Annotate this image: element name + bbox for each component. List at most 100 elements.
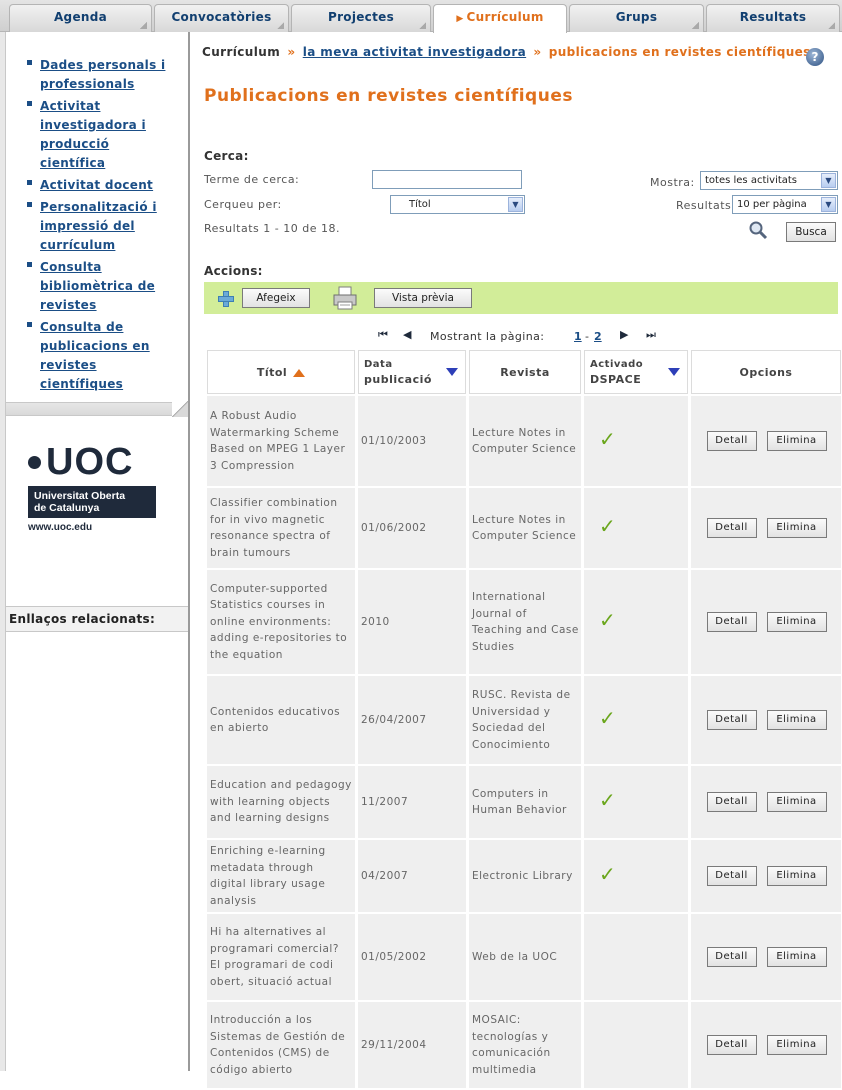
table-row: Enriching e-learning metadata through di…: [207, 840, 841, 912]
delete-button[interactable]: Elimina: [766, 1035, 827, 1055]
sort-descending-icon[interactable]: [446, 368, 458, 376]
row-journal-cell: International Journal of Teaching and Ca…: [469, 570, 581, 674]
delete-button[interactable]: Elimina: [766, 710, 827, 730]
detail-button[interactable]: Detall: [706, 866, 757, 886]
tab-grip-icon: [828, 22, 835, 29]
tab-grups[interactable]: Grups: [569, 4, 704, 32]
detail-button[interactable]: Detall: [706, 518, 757, 538]
delete-button[interactable]: Elimina: [766, 866, 827, 886]
printer-icon[interactable]: [333, 286, 357, 310]
add-button[interactable]: Afegeix: [242, 288, 310, 308]
table-row: Education and pedagogy with learning obj…: [207, 766, 841, 838]
column-header-journal[interactable]: Revista: [469, 350, 581, 394]
detail-button[interactable]: Detall: [706, 710, 757, 730]
next-page-icon[interactable]: ▶: [620, 328, 628, 341]
sidebar-link-activitat-investigadora[interactable]: Activitat investigadora i producció cien…: [40, 97, 170, 173]
sidebar-link-personalitzacio[interactable]: Personalització i impressió del currícul…: [40, 198, 170, 255]
row-dspace-cell: [584, 914, 688, 1000]
bullet-icon: [27, 180, 32, 185]
sidebar: Dades personals i professionals Activita…: [6, 32, 190, 1071]
row-date-cell: 04/2007: [358, 840, 466, 912]
sort-ascending-icon[interactable]: [293, 368, 306, 377]
breadcrumb-link-activitat[interactable]: la meva activitat investigadora: [303, 45, 526, 59]
sidebar-link-consulta-bibliometrica[interactable]: Consulta bibliomètrica de revistes: [40, 258, 170, 315]
column-header-date[interactable]: Data publicació: [358, 350, 466, 394]
checkmark-icon: ✓: [599, 705, 617, 730]
pagination: ⏮ ◀ Mostrant la pàgina: 1 - 2 ▶ ⏭: [192, 328, 842, 346]
sidebar-link-activitat-docent[interactable]: Activitat docent: [40, 176, 180, 195]
bullet-icon: [27, 262, 32, 267]
checkmark-icon: ✓: [599, 607, 617, 632]
delete-button[interactable]: Elimina: [766, 518, 827, 538]
sidebar-link-dades-personals[interactable]: Dades personals i professionals: [40, 56, 170, 94]
tab-projectes-label: Projectes: [327, 10, 395, 24]
breadcrumb-separator: »: [533, 45, 542, 59]
delete-button[interactable]: Elimina: [766, 792, 827, 812]
row-journal-cell: Lecture Notes in Computer Science: [469, 488, 581, 568]
tab-projectes[interactable]: Projectes: [291, 4, 431, 32]
preview-button[interactable]: Vista prèvia: [374, 288, 472, 308]
detail-button[interactable]: Detall: [706, 612, 757, 632]
search-by-select[interactable]: Títol ▼: [390, 195, 525, 214]
row-dspace-cell: ✓: [584, 840, 688, 912]
row-date-cell: 01/06/2002: [358, 488, 466, 568]
detail-button[interactable]: Detall: [706, 792, 757, 812]
table-header-row: Títol Data publicació Revista Activado D…: [207, 350, 841, 394]
sidebar-item-consulta-publicacions: Consulta de publicacions en revistes cie…: [20, 318, 188, 394]
row-options-cell: Detall Elimina: [691, 570, 841, 674]
sidebar-link-consulta-publicacions[interactable]: Consulta de publicacions en revistes cie…: [40, 318, 170, 394]
resultats-per-page-select[interactable]: 10 per pàgina ▼: [732, 195, 838, 214]
search-term-input[interactable]: [372, 170, 522, 189]
pagination-dash: -: [585, 330, 590, 343]
help-icon[interactable]: ?: [806, 48, 824, 66]
last-page-icon[interactable]: ⏭: [646, 328, 656, 342]
table-row: Computer-supported Statistics courses in…: [207, 570, 841, 674]
row-journal-cell: RUSC. Revista de Universidad y Sociedad …: [469, 676, 581, 764]
column-header-date-inner: Data publicació: [360, 357, 464, 387]
bullet-icon: [27, 322, 32, 327]
detail-button[interactable]: Detall: [706, 1035, 757, 1055]
tab-agenda[interactable]: Agenda: [9, 4, 152, 32]
delete-button[interactable]: Elimina: [766, 947, 827, 967]
actions-heading: Accions:: [204, 264, 263, 278]
column-header-dspace-inner: Activado DSPACE: [586, 357, 686, 387]
row-options-cell: Detall Elimina: [691, 914, 841, 1000]
column-header-options: Opcions: [691, 350, 841, 394]
tab-active-arrow-icon: ▶: [456, 14, 464, 24]
detail-button[interactable]: Detall: [706, 947, 757, 967]
row-date-cell: 11/2007: [358, 766, 466, 838]
uoc-logo-line2: de Catalunya: [34, 502, 100, 514]
delete-button[interactable]: Elimina: [766, 612, 827, 632]
first-page-icon[interactable]: ⏮: [378, 328, 388, 342]
row-date-cell: 01/05/2002: [358, 914, 466, 1000]
sort-descending-icon[interactable]: [668, 368, 680, 376]
row-date-cell: 01/10/2003: [358, 396, 466, 486]
tab-convocatories[interactable]: Convocatòries: [154, 4, 289, 32]
prev-page-icon[interactable]: ◀: [403, 328, 411, 341]
column-header-title[interactable]: Títol: [207, 350, 355, 394]
row-dspace-cell: ✓: [584, 676, 688, 764]
mostra-select-value: totes les activitats: [705, 175, 798, 186]
tab-grip-icon: [277, 22, 284, 29]
tab-grip-icon: [692, 22, 699, 29]
detail-button[interactable]: Detall: [706, 431, 757, 451]
table-row: Introducción a los Sistemas de Gestión d…: [207, 1002, 841, 1088]
search-icon[interactable]: [748, 220, 768, 240]
row-title-cell: Computer-supported Statistics courses in…: [207, 570, 355, 674]
tab-resultats[interactable]: Resultats: [706, 4, 840, 32]
mostra-select[interactable]: totes les activitats ▼: [700, 171, 838, 190]
row-journal-cell: MOSAIC: tecnologías y comunicación multi…: [469, 1002, 581, 1088]
row-dspace-cell: [584, 1002, 688, 1088]
checkmark-icon: ✓: [599, 787, 617, 812]
column-header-dspace[interactable]: Activado DSPACE: [584, 350, 688, 394]
tab-curriculum[interactable]: ▶ Currículum: [433, 4, 567, 33]
checkmark-icon: ✓: [599, 426, 617, 451]
page-1-link[interactable]: 1: [574, 330, 582, 343]
page-2-link[interactable]: 2: [594, 330, 602, 343]
chevron-down-icon: ▼: [821, 173, 836, 188]
row-title-cell: Classifier combination for in vivo magne…: [207, 488, 355, 568]
uoc-logo-word: UOC: [46, 441, 134, 483]
add-icon[interactable]: [218, 291, 234, 307]
delete-button[interactable]: Elimina: [766, 431, 827, 451]
search-button[interactable]: Busca: [786, 222, 836, 242]
